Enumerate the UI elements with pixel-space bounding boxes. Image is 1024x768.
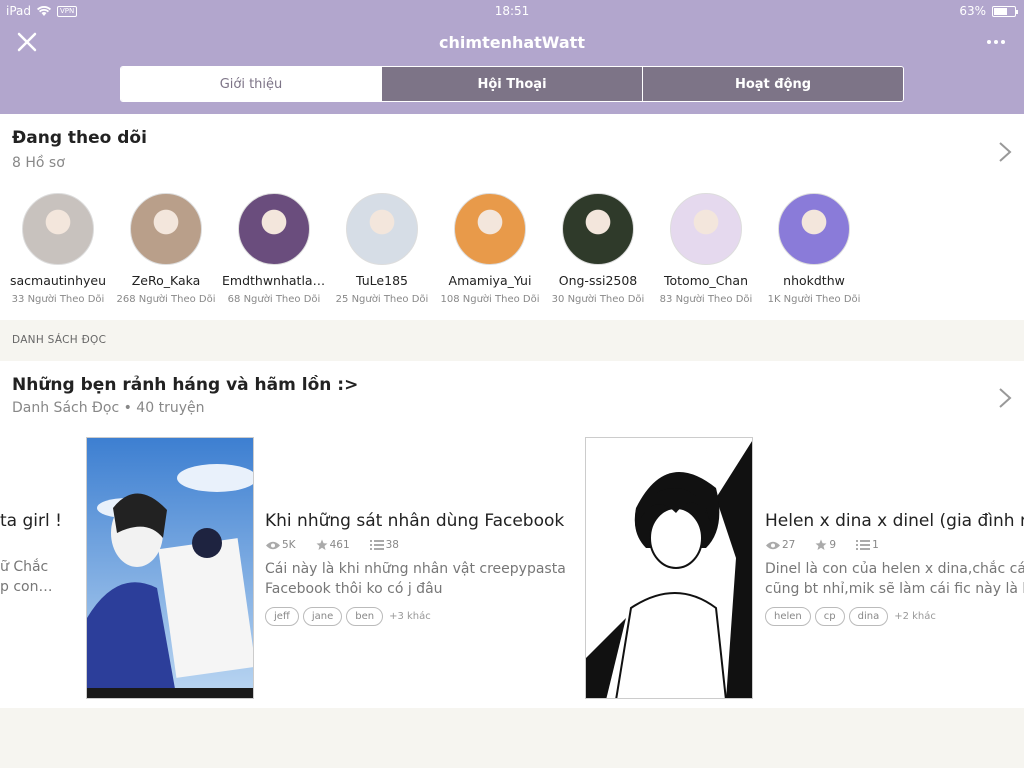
profile-followers: 25 Người Theo Dõi [335, 294, 429, 305]
profile-followers: 1K Người Theo Dõi [767, 294, 861, 305]
tag-chip[interactable]: helen [765, 607, 811, 626]
partial-story-desc: ữ Chắc [0, 559, 49, 575]
profile-followers: 30 Người Theo Dõi [551, 294, 645, 305]
profile-card[interactable]: TuLe185 25 Người Theo Dõi [328, 193, 436, 305]
profile-tabs: Giới thiệu Hội Thoại Hoạt động [120, 66, 904, 102]
following-list: sacmautinhyeu 33 Người Theo Dõi ZeRo_Kak… [4, 193, 868, 305]
story-cover[interactable] [86, 437, 254, 699]
list-icon [369, 540, 384, 550]
chevron-right-icon[interactable] [998, 141, 1012, 163]
avatar[interactable] [778, 193, 850, 265]
tab-about[interactable]: Giới thiệu [121, 67, 381, 101]
profile-card[interactable]: Ong-ssi2508 30 Người Theo Dõi [544, 193, 652, 305]
avatar[interactable] [22, 193, 94, 265]
battery-fill [994, 7, 1007, 15]
list-icon [856, 540, 871, 550]
story-tags: helen cp dina +2 khác [765, 607, 936, 626]
tag-chip[interactable]: ben [346, 607, 384, 626]
profile-card[interactable]: Totomo_Chan 83 Người Theo Dõi [652, 193, 760, 305]
status-bar: iPad VPN 18:51 63% [0, 0, 1024, 22]
profile-name: nhokdthw [783, 273, 845, 288]
chevron-right-icon[interactable] [998, 387, 1012, 409]
status-time: 18:51 [494, 4, 530, 18]
profile-card[interactable]: sacmautinhyeu 33 Người Theo Dõi [4, 193, 112, 305]
profile-name: Emdthwnhatlaanh [222, 273, 326, 288]
battery-percent: 63% [959, 4, 986, 18]
more-tags[interactable]: +2 khác [894, 611, 936, 622]
reading-list-title[interactable]: Những bẹn rảnh háng và hãm lồn :> [12, 375, 358, 395]
profile-card[interactable]: Emdthwnhatlaanh 68 Người Theo Dõi [220, 193, 328, 305]
star-icon [815, 539, 827, 550]
story-title[interactable]: Helen x dina x dinel (gia đình rắc [765, 511, 1024, 531]
profile-name: TuLe185 [356, 273, 408, 288]
profile-card[interactable]: Amamiya_Yui 108 Người Theo Dõi [436, 193, 544, 305]
profile-followers: 83 Người Theo Dõi [659, 294, 753, 305]
story-cover-art [87, 438, 253, 698]
reading-list-section-label: DANH SÁCH ĐỌC [12, 334, 107, 346]
tag-chip[interactable]: jeff [265, 607, 299, 626]
avatar[interactable] [454, 193, 526, 265]
profile-followers: 268 Người Theo Dõi [116, 294, 216, 305]
partial-story-title[interactable]: ta girl ! [0, 511, 62, 531]
reading-list-section: Những bẹn rảnh háng và hãm lồn :> Danh S… [0, 361, 1024, 708]
profile-card[interactable]: ZeRo_Kaka 268 Người Theo Dõi [112, 193, 220, 305]
reading-list-subtitle: Danh Sách Đọc • 40 truyện [12, 400, 205, 416]
avatar[interactable] [238, 193, 310, 265]
story-stats: 5K 461 38 [266, 539, 413, 551]
story-cover[interactable] [585, 437, 753, 699]
profile-followers: 108 Người Theo Dõi [440, 294, 540, 305]
story-cover-art [586, 438, 752, 698]
profile-name: Amamiya_Yui [448, 273, 532, 288]
tag-chip[interactable]: dina [848, 607, 889, 626]
profile-followers: 68 Người Theo Dõi [227, 294, 321, 305]
avatar[interactable] [670, 193, 742, 265]
story-description: Facebook thôi ko có j đâu [265, 581, 443, 597]
story-description: Cái này là khi những nhân vật creepypast… [265, 561, 566, 577]
more-tags[interactable]: +3 khác [389, 611, 431, 622]
eye-icon [266, 541, 280, 549]
profile-name: ZeRo_Kaka [131, 273, 201, 288]
star-icon [316, 539, 328, 550]
following-section: Đang theo dõi 8 Hồ sơ sacmautinhyeu 33 N… [0, 114, 1024, 320]
story-votes: 461 [329, 539, 350, 551]
story-votes: 9 [829, 539, 837, 551]
avatar[interactable] [130, 193, 202, 265]
avatar[interactable] [346, 193, 418, 265]
profile-card[interactable]: nhokdthw 1K Người Theo Dõi [760, 193, 868, 305]
following-count: 8 Hồ sơ [12, 155, 65, 171]
profile-name: sacmautinhyeu [9, 273, 107, 288]
story-reads: 27 [782, 539, 796, 551]
profile-name: Totomo_Chan [663, 273, 748, 288]
story-title[interactable]: Khi những sát nhân dùng Facebook [265, 511, 564, 531]
story-stats: 27 9 1 [766, 539, 893, 551]
profile-name: Ong-ssi2508 [558, 273, 638, 288]
tag-chip[interactable]: jane [302, 607, 343, 626]
following-title[interactable]: Đang theo dõi [12, 128, 147, 148]
partial-story-desc: p con… [0, 579, 53, 595]
profile-followers: 33 Người Theo Dõi [11, 294, 105, 305]
battery-icon [992, 5, 1018, 17]
avatar[interactable] [562, 193, 634, 265]
tab-activity[interactable]: Hoạt động [642, 67, 903, 101]
page-title: chimtenhatWatt [439, 33, 585, 52]
story-tags: jeff jane ben +3 khác [265, 607, 431, 626]
profile-header: iPad VPN 18:51 63% chimtenhatWatt Giới t… [0, 0, 1024, 114]
more-options-icon[interactable] [984, 30, 1008, 54]
story-description: cũng bt nhỉ,mik sẽ làm cái fic này là kể… [765, 581, 1024, 597]
story-parts: 38 [385, 539, 399, 551]
tag-chip[interactable]: cp [814, 607, 845, 626]
tab-conversations[interactable]: Hội Thoại [381, 67, 642, 101]
story-reads: 5K [282, 539, 296, 551]
eye-icon [766, 541, 780, 549]
story-description: Dinel là con của helen x dina,chắc các b [765, 561, 1024, 577]
story-parts: 1 [872, 539, 879, 551]
